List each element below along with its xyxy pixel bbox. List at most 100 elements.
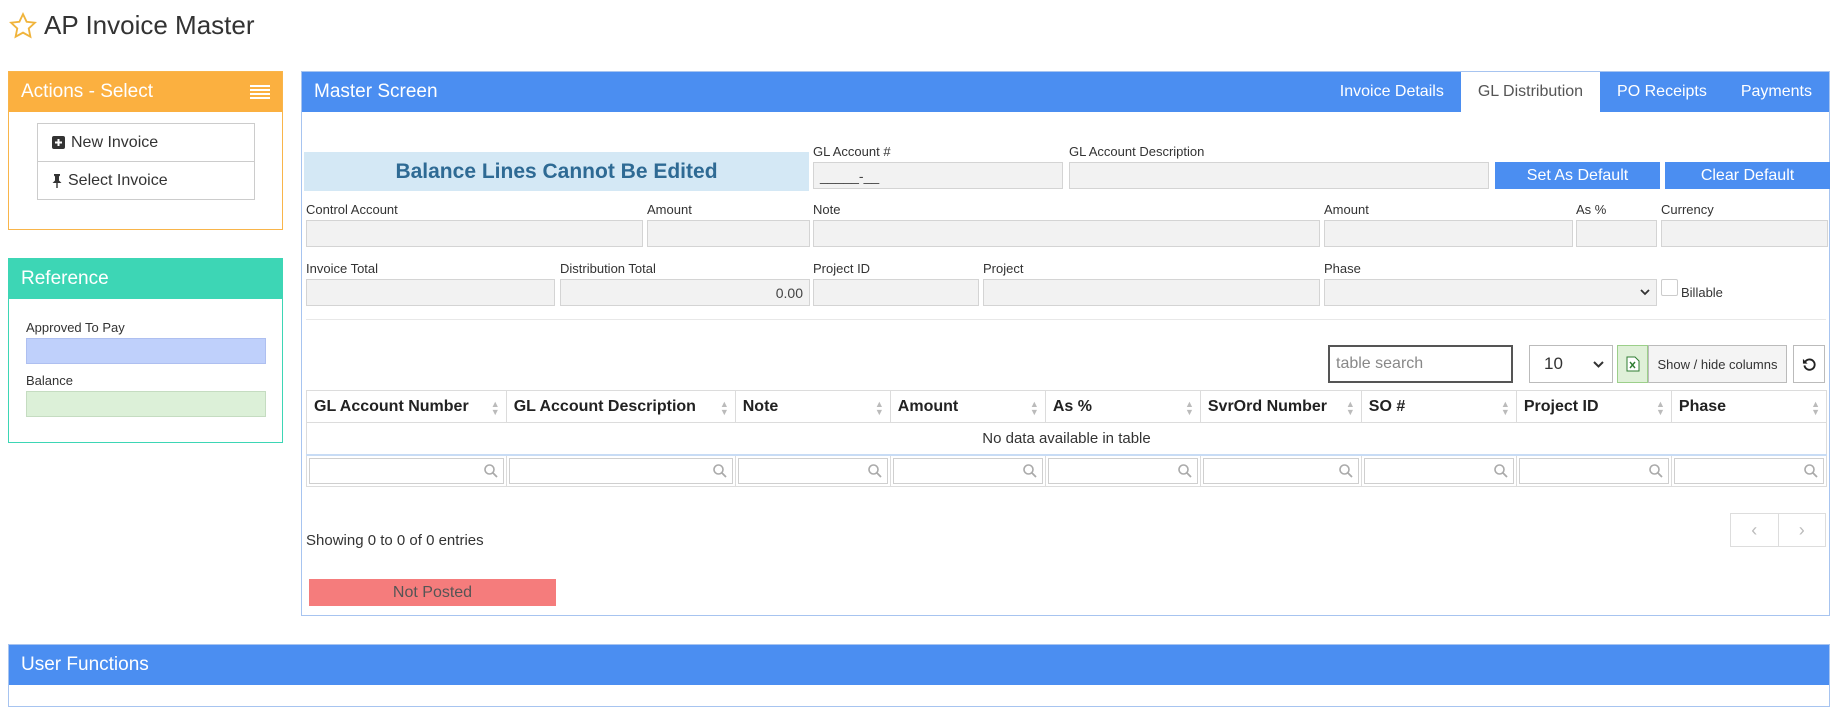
filter-input[interactable] bbox=[892, 457, 1043, 484]
search-icon bbox=[1178, 463, 1192, 478]
amount-input[interactable] bbox=[647, 220, 810, 247]
page-title: AP Invoice Master bbox=[8, 10, 255, 41]
column-header[interactable]: Phase ▲ ▼ bbox=[1670, 390, 1828, 423]
distribution-total-label: Distribution Total bbox=[560, 261, 656, 276]
hamburger-menu-icon[interactable] bbox=[250, 85, 270, 99]
status-badge: Not Posted bbox=[309, 579, 556, 606]
column-filter bbox=[1360, 454, 1517, 487]
reference-panel: Reference Approved To Pay Balance bbox=[8, 258, 283, 443]
invoice-total-label: Invoice Total bbox=[306, 261, 379, 276]
sort-icon: ▲ ▼ bbox=[874, 399, 884, 417]
column-header[interactable]: GL Account Description ▲ ▼ bbox=[505, 390, 736, 423]
column-filter bbox=[734, 454, 891, 487]
select-invoice-button[interactable]: Select Invoice bbox=[38, 162, 254, 199]
page-size-value: 10 bbox=[1544, 354, 1563, 373]
column-filter bbox=[505, 454, 736, 487]
plus-square-icon bbox=[52, 136, 65, 149]
search-icon bbox=[483, 463, 498, 478]
balance-field bbox=[26, 391, 266, 417]
project-input[interactable] bbox=[983, 279, 1320, 306]
column-label: SvrOrd Number bbox=[1207, 397, 1328, 415]
master-screen-panel: Master Screen Invoice Details GL Distrib… bbox=[301, 71, 1830, 616]
column-label: GL Account Number bbox=[314, 397, 469, 415]
column-filter bbox=[1044, 454, 1201, 487]
search-icon bbox=[867, 463, 882, 478]
filter-input[interactable] bbox=[1363, 457, 1514, 484]
table-search-input[interactable]: table search bbox=[1328, 345, 1513, 383]
search-icon bbox=[1023, 463, 1037, 478]
master-tabs: Invoice Details GL Distribution PO Recei… bbox=[1323, 72, 1829, 112]
set-as-default-button[interactable]: Set As Default bbox=[1495, 162, 1660, 189]
as-percent-input[interactable] bbox=[1576, 220, 1657, 247]
new-invoice-button[interactable]: New Invoice bbox=[38, 124, 254, 162]
column-header[interactable]: SO # ▲ ▼ bbox=[1360, 390, 1517, 423]
column-label: SO # bbox=[1368, 397, 1406, 415]
page-title-text: AP Invoice Master bbox=[44, 10, 255, 40]
column-header[interactable]: Amount ▲ ▼ bbox=[889, 390, 1046, 423]
amount2-input[interactable] bbox=[1324, 220, 1573, 247]
filter-input[interactable] bbox=[508, 457, 733, 484]
actions-panel: Actions - Select New Invoice Select Invo… bbox=[8, 71, 283, 230]
sort-icon: ▲ ▼ bbox=[1029, 399, 1039, 417]
star-icon[interactable] bbox=[8, 11, 38, 41]
filter-input[interactable] bbox=[737, 457, 888, 484]
previous-page-button[interactable]: ‹ bbox=[1731, 514, 1779, 546]
master-panel-title: Master Screen bbox=[314, 81, 438, 102]
actions-panel-header: Actions - Select bbox=[9, 72, 282, 112]
gl-account-description-input[interactable] bbox=[1069, 162, 1489, 189]
excel-export-button[interactable] bbox=[1617, 345, 1648, 383]
reference-panel-header: Reference bbox=[9, 259, 282, 299]
column-filter bbox=[306, 454, 507, 487]
invoice-total-input bbox=[306, 279, 555, 306]
search-icon bbox=[1649, 463, 1663, 478]
project-id-input[interactable] bbox=[813, 279, 979, 306]
filter-input[interactable] bbox=[1047, 457, 1198, 484]
tab-gl-distribution[interactable]: GL Distribution bbox=[1460, 72, 1601, 112]
refresh-button[interactable] bbox=[1793, 345, 1825, 383]
currency-label: Currency bbox=[1661, 202, 1714, 217]
filter-input[interactable] bbox=[1202, 457, 1359, 484]
search-icon bbox=[1494, 463, 1508, 478]
control-account-input[interactable] bbox=[306, 220, 643, 247]
column-header[interactable]: As % ▲ ▼ bbox=[1044, 390, 1201, 423]
clear-default-button[interactable]: Clear Default bbox=[1665, 162, 1830, 189]
actions-list: New Invoice Select Invoice bbox=[37, 123, 255, 200]
billable-checkbox[interactable] bbox=[1661, 279, 1678, 296]
column-filter bbox=[1199, 454, 1362, 487]
note-input[interactable] bbox=[813, 220, 1320, 247]
filter-input[interactable] bbox=[1518, 457, 1669, 484]
phase-select[interactable] bbox=[1324, 279, 1657, 306]
as-percent-label: As % bbox=[1576, 202, 1607, 217]
column-header[interactable]: GL Account Number ▲ ▼ bbox=[306, 390, 507, 423]
gl-account-description-label: GL Account Description bbox=[1069, 144, 1205, 159]
no-data-message: No data available in table bbox=[306, 422, 1827, 455]
table-header-row: GL Account Number ▲ ▼ GL Account Descripti… bbox=[306, 390, 1828, 423]
tab-po-receipts[interactable]: PO Receipts bbox=[1600, 72, 1724, 112]
approved-to-pay-label: Approved To Pay bbox=[26, 320, 125, 335]
tab-payments[interactable]: Payments bbox=[1724, 72, 1829, 112]
filter-input[interactable] bbox=[309, 457, 504, 484]
column-header[interactable]: SvrOrd Number ▲ ▼ bbox=[1199, 390, 1362, 423]
next-page-button[interactable]: › bbox=[1779, 514, 1826, 546]
distribution-total-input: 0.00 bbox=[560, 279, 810, 306]
excel-icon bbox=[1626, 356, 1639, 372]
currency-input[interactable] bbox=[1661, 220, 1828, 247]
column-label: GL Account Description bbox=[513, 397, 696, 415]
gl-account-label: GL Account # bbox=[813, 144, 891, 159]
show-hide-columns-button[interactable]: Show / hide columns bbox=[1648, 345, 1787, 383]
select-invoice-label: Select Invoice bbox=[68, 171, 168, 189]
gl-account-input[interactable]: _____-__ bbox=[813, 162, 1063, 189]
column-header[interactable]: Project ID ▲ ▼ bbox=[1515, 390, 1672, 423]
search-icon bbox=[1804, 463, 1818, 478]
table-info: Showing 0 to 0 of 0 entries bbox=[306, 532, 484, 549]
sort-icon: ▲ ▼ bbox=[1345, 399, 1355, 417]
tab-invoice-details[interactable]: Invoice Details bbox=[1323, 72, 1461, 112]
page-size-select[interactable]: 10 bbox=[1529, 345, 1613, 383]
column-header[interactable]: Note ▲ ▼ bbox=[734, 390, 891, 423]
filter-input[interactable] bbox=[1673, 457, 1824, 484]
phase-label: Phase bbox=[1324, 261, 1361, 276]
balance-lines-banner: Balance Lines Cannot Be Edited bbox=[304, 152, 809, 191]
sort-icon: ▲ ▼ bbox=[1184, 399, 1194, 417]
column-filter bbox=[889, 454, 1046, 487]
column-label: As % bbox=[1052, 397, 1092, 415]
